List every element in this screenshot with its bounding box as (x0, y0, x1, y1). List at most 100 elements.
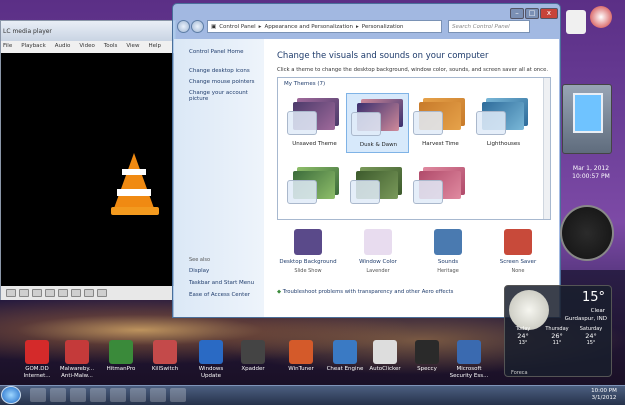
desktop-shortcut[interactable]: KillSwitch (140, 340, 190, 373)
theme-item[interactable] (346, 162, 409, 219)
vlc-menu-audio[interactable]: Audio (55, 43, 71, 51)
vlc-menu-tools[interactable]: Tools (104, 43, 118, 51)
forecast-low: 15° (586, 340, 596, 346)
screen-saver-control[interactable]: Screen Saver None (482, 229, 554, 274)
theme-item[interactable]: Dusk & Dawn (346, 93, 409, 153)
vlc-cone-stripe (122, 169, 146, 175)
theme-glass-swatch (350, 180, 380, 204)
ease-of-access-link[interactable]: Ease of Access Center (189, 292, 250, 298)
theme-glass-swatch (351, 112, 381, 136)
back-button[interactable] (177, 20, 190, 33)
desktop-shortcut[interactable]: Xpadder (228, 340, 278, 373)
breadcrumb-personalization[interactable]: Personalization (362, 24, 404, 30)
taskbar-app-icon[interactable] (50, 388, 66, 402)
shortcut-label: WinTuner (288, 366, 314, 372)
navigation-bar: ▣ Control Panel ▸ Appearance and Personal… (173, 4, 560, 39)
minimize-button[interactable]: – (510, 8, 524, 19)
themes-scrollbar[interactable] (543, 78, 550, 219)
desktop-shortcut[interactable]: Microsoft Security Ess... (444, 340, 494, 380)
app-shortcut-icon[interactable] (566, 10, 586, 34)
page-subtitle: Click a theme to change the desktop back… (277, 67, 549, 73)
playlist-icon[interactable] (71, 289, 81, 297)
vlc-menu-video[interactable]: Video (79, 43, 94, 51)
theme-item[interactable]: Lighthouses (472, 93, 535, 153)
vlc-cone-stripe (117, 189, 151, 196)
theme-glass-swatch (413, 180, 443, 204)
vlc-menu-playback[interactable]: Playback (21, 43, 46, 51)
app-shortcut-icon[interactable] (590, 6, 612, 28)
themes-list: My Themes (7) Unsaved Theme Dusk & Dawn … (277, 77, 551, 220)
app-icon (333, 340, 357, 364)
desktop-background-control[interactable]: Desktop Background Slide Show (272, 229, 344, 274)
weather-gadget[interactable]: 15° Clear Gurdaspur, IND Today 24° 13° Thu… (504, 285, 612, 377)
window-color-control[interactable]: Window Color Lavender (342, 229, 414, 274)
desktop-shortcut[interactable]: Malwareby... Anti-Malw... (52, 340, 102, 380)
theme-label: Unsaved Theme (292, 141, 337, 147)
control-panel-home-link[interactable]: Control Panel Home (189, 49, 243, 55)
vlc-menu-help[interactable]: Help (148, 43, 161, 51)
loop-icon[interactable] (84, 289, 94, 297)
address-bar[interactable]: ▣ Control Panel ▸ Appearance and Personal… (207, 20, 442, 33)
desktop-shortcut[interactable]: HitmanPro (96, 340, 146, 373)
stop-icon[interactable] (32, 289, 42, 297)
app-icon (457, 340, 481, 364)
forward-button[interactable] (191, 20, 204, 33)
start-button[interactable] (1, 386, 21, 404)
vlc-cone-icon (113, 153, 155, 211)
play-icon[interactable] (6, 289, 16, 297)
theme-label: Lighthouses (486, 141, 521, 147)
personalization-window[interactable]: ▣ Control Panel ▸ Appearance and Personal… (172, 3, 561, 318)
breadcrumb-appearance[interactable]: Appearance and Personalization (264, 24, 353, 30)
theme-item[interactable]: Harvest Time (409, 93, 472, 153)
vlc-cone-base (111, 207, 159, 215)
taskbar-app-icon[interactable] (150, 388, 166, 402)
troubleshoot-label: Troubleshoot problems with transparency … (282, 289, 454, 295)
search-input[interactable]: Search Control Panel (448, 20, 530, 33)
maximize-button[interactable]: □ (525, 8, 539, 19)
sounds-control[interactable]: Sounds Heritage (412, 229, 484, 274)
theme-glass-swatch (413, 111, 443, 135)
taskbar-app-icon[interactable] (90, 388, 106, 402)
vlc-menu-view[interactable]: View (126, 43, 139, 51)
change-account-picture-link[interactable]: Change your account picture (189, 90, 264, 102)
control-panel-icon: ▣ (211, 23, 217, 30)
weather-source: Foreca (511, 370, 528, 376)
breadcrumb-control-panel[interactable]: Control Panel (219, 24, 255, 30)
control-label: Window Color (359, 259, 397, 265)
shortcut-label: KillSwitch (151, 366, 179, 372)
cpu-gadget[interactable] (562, 84, 612, 154)
theme-label: Dusk & Dawn (359, 142, 398, 148)
change-desktop-icons-link[interactable]: Change desktop icons (189, 68, 250, 74)
close-button[interactable]: x (540, 8, 558, 19)
window-content: Control Panel Home Change desktop icons … (174, 39, 559, 317)
vlc-title: LC media player (1, 21, 175, 41)
next-icon[interactable] (45, 289, 55, 297)
change-mouse-pointers-link[interactable]: Change mouse pointers (189, 79, 255, 85)
system-clock[interactable]: 10:00 PM 3/1/2012 (585, 388, 623, 402)
page-title: Change the visuals and sounds on your co… (277, 51, 489, 61)
taskbar-app-icon[interactable] (170, 388, 186, 402)
theme-glass-swatch (287, 111, 317, 135)
taskbar-app-icon[interactable] (130, 388, 146, 402)
vlc-window[interactable]: LC media player File Playback Audio Vide… (0, 20, 176, 300)
theme-item[interactable]: Unsaved Theme (283, 93, 346, 153)
taskbar-start-menu-link[interactable]: Taskbar and Start Menu (189, 280, 254, 286)
desktop-shortcut[interactable]: WinTuner (276, 340, 326, 373)
vlc-menubar: File Playback Audio Video Tools View Hel… (1, 41, 175, 53)
shuffle-icon[interactable] (97, 289, 107, 297)
prev-icon[interactable] (19, 289, 29, 297)
control-label: Screen Saver (499, 259, 537, 265)
fullscreen-icon[interactable] (58, 289, 68, 297)
troubleshoot-link[interactable]: ◆ Troubleshoot problems with transparenc… (277, 289, 453, 295)
taskbar-app-icon[interactable] (110, 388, 126, 402)
display-link[interactable]: Display (189, 268, 209, 274)
taskbar-app-icon[interactable] (70, 388, 86, 402)
app-icon (25, 340, 49, 364)
weather-temp: 15° (581, 290, 605, 305)
vlc-menu-file[interactable]: File (3, 43, 12, 51)
shortcut-label: Malwareby... Anti-Malw... (59, 366, 95, 379)
theme-item[interactable] (283, 162, 346, 219)
clock-gadget[interactable] (560, 205, 614, 261)
theme-item[interactable] (409, 162, 472, 219)
taskbar-app-icon[interactable] (30, 388, 46, 402)
